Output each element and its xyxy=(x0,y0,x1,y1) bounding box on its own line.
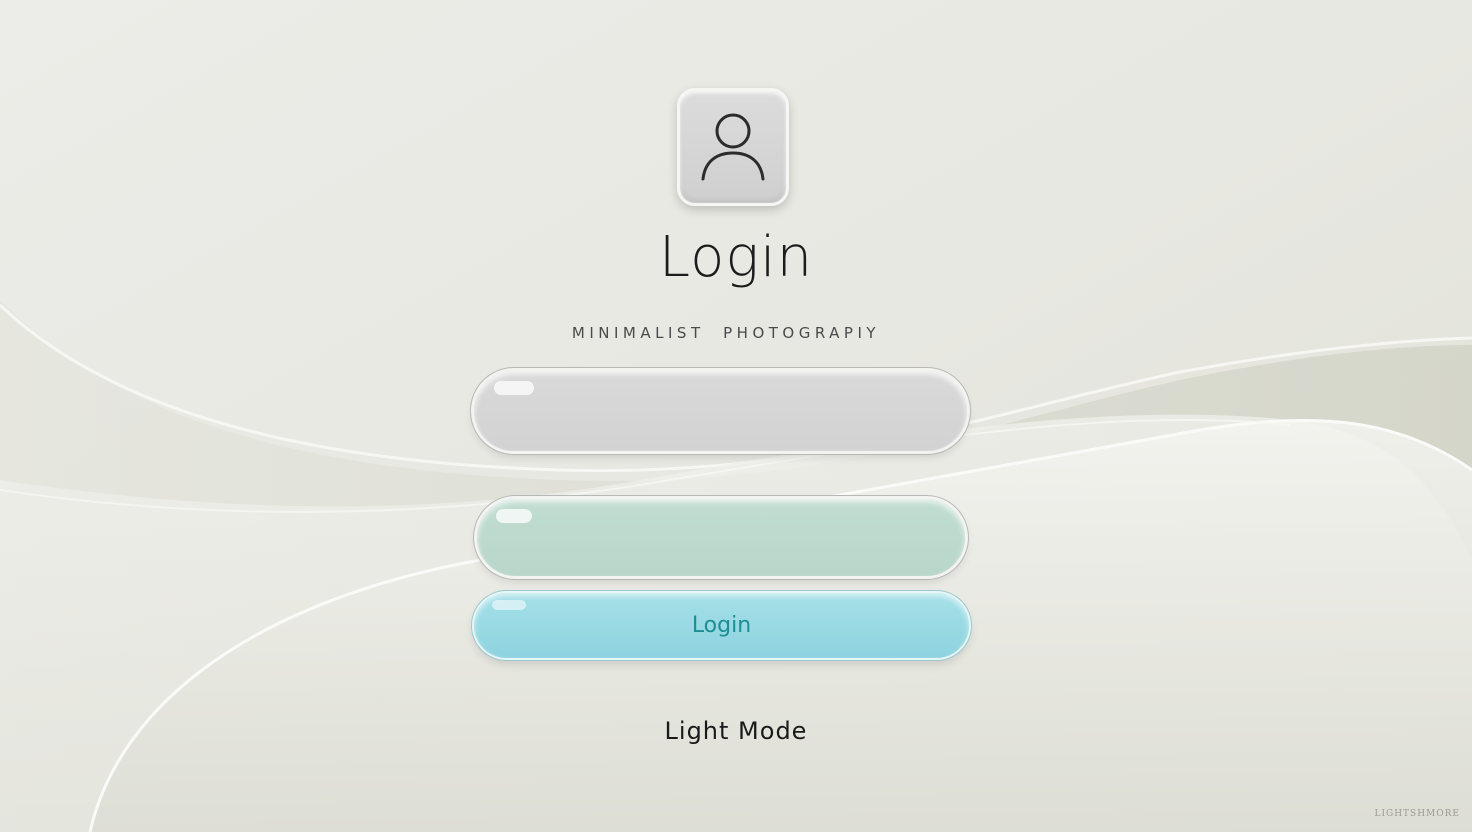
page-subtitle: MINIMALIST PHOTOGRAPIY xyxy=(571,324,881,342)
user-icon xyxy=(701,113,765,181)
login-button[interactable]: Login xyxy=(474,593,969,658)
watermark: LIGHTSHMORE xyxy=(1374,809,1460,819)
page-title: Login xyxy=(658,225,814,290)
avatar-tile xyxy=(677,88,789,206)
light-mode-toggle[interactable]: Light Mode xyxy=(600,712,872,750)
password-field[interactable] xyxy=(477,499,965,576)
username-field[interactable] xyxy=(474,371,967,451)
login-screen: Login MINIMALIST PHOTOGRAPIY Login Light… xyxy=(0,0,1472,832)
